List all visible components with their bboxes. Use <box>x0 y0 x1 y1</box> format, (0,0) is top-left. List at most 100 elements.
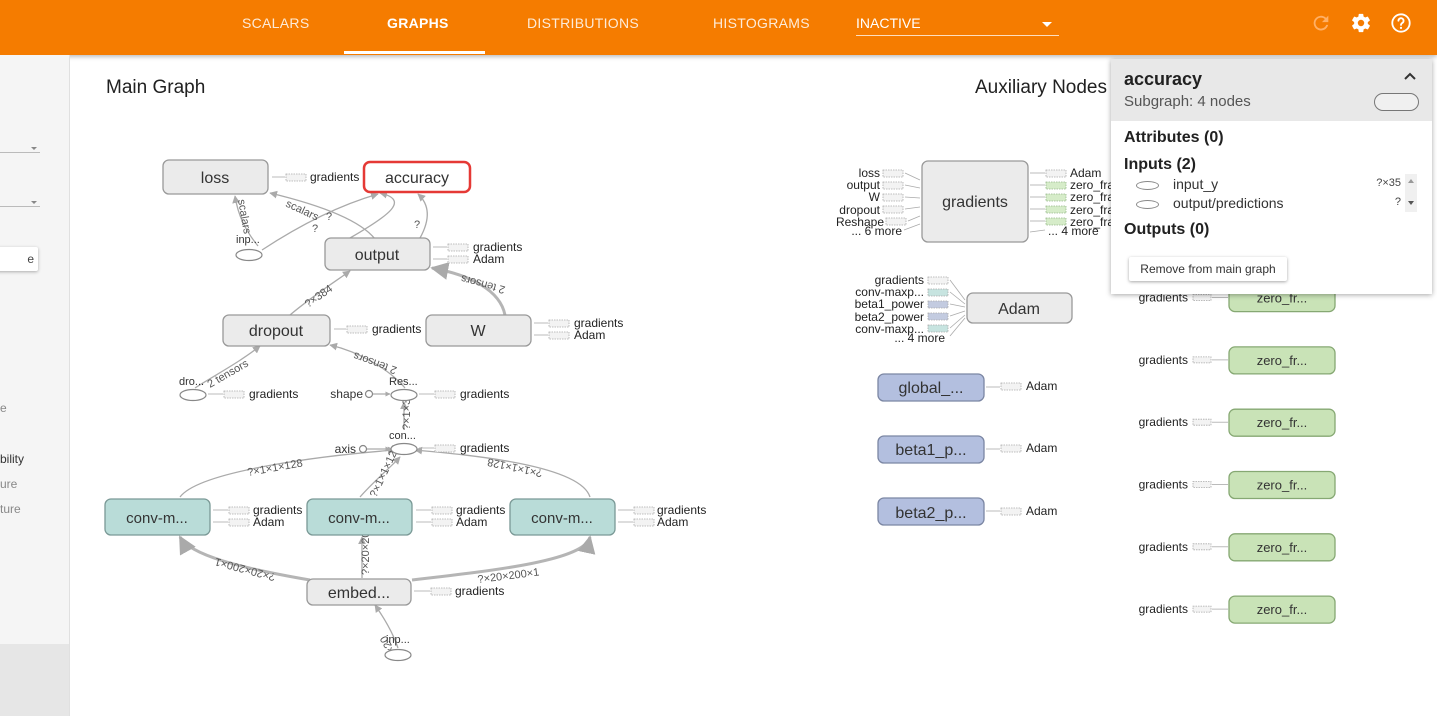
svg-text:W: W <box>470 323 486 340</box>
op-label: con... <box>389 430 416 442</box>
aux-input-label: ... 4 more <box>894 331 945 345</box>
svg-text:dropout: dropout <box>249 323 304 340</box>
annotation-adam: Adam <box>456 515 487 529</box>
aux-zero-fraction-label: zero_fr... <box>1257 478 1308 493</box>
edge-label: ? <box>414 219 420 231</box>
info-card-title: accuracy <box>1124 69 1203 89</box>
graph-node-conv-maxpool-3[interactable]: conv-m... <box>509 498 616 536</box>
edge-label: scalars <box>235 198 253 235</box>
graph-edge <box>417 193 428 239</box>
aux-beta2-node[interactable]: beta2_p... <box>877 497 985 526</box>
op-label: axis <box>335 442 356 456</box>
graph-op-input-x[interactable] <box>384 648 412 662</box>
edge-label: ?×20×200×1 <box>214 555 277 583</box>
svg-text:global_...: global_... <box>899 380 964 397</box>
graph-node-conv-maxpool-2[interactable]: conv-m... <box>306 498 413 536</box>
graph-node-W[interactable]: W <box>425 314 532 347</box>
graph-op-concat[interactable] <box>390 442 418 456</box>
graph-node-output[interactable]: output <box>324 237 431 271</box>
graph-node-loss[interactable]: loss <box>162 159 269 195</box>
edge-label: 2 tensors <box>459 272 506 295</box>
aux-adam-node[interactable]: Adam <box>966 292 1073 324</box>
annotation-adam: Adam <box>657 515 688 529</box>
annotation-gradients: gradients <box>460 441 509 455</box>
edge-label: ?×1×1×128 <box>246 457 303 479</box>
annotation-gradients: gradients <box>460 387 509 401</box>
remove-from-main-graph-button[interactable]: Remove from main graph <box>1129 257 1287 281</box>
svg-text:gradients: gradients <box>942 194 1008 211</box>
aux-zero-fraction-node[interactable]: zero_fr... gradients <box>1139 408 1336 437</box>
info-card-outputs: Outputs (0) <box>1124 221 1210 238</box>
annotation-gradients: gradients <box>1139 415 1188 429</box>
svg-text:accuracy: accuracy <box>385 170 449 187</box>
svg-text:embed...: embed... <box>328 585 390 602</box>
svg-text:beta2_p...: beta2_p... <box>895 505 966 522</box>
chevron-up-icon[interactable] <box>1403 69 1417 83</box>
aux-zero-fraction-node[interactable]: zero_fr... gradients <box>1139 470 1336 500</box>
aux-global-step-node[interactable]: global_... <box>877 373 985 402</box>
info-card-input-row[interactable]: output/predictions <box>1136 195 1284 211</box>
graph-edge <box>179 446 396 498</box>
op-label: Res... <box>389 376 418 388</box>
annotation-adam: Adam <box>1026 504 1057 518</box>
aux-beta1-node[interactable]: beta1_p... <box>877 435 985 464</box>
info-card-header: accuracy Subgraph: 4 nodes <box>1111 59 1432 121</box>
aux-zero-fraction-node[interactable]: zero_fr... gradients <box>1139 595 1336 624</box>
svg-text:loss: loss <box>201 170 229 187</box>
scroll-up-icon <box>1408 179 1414 183</box>
svg-text:Adam: Adam <box>998 301 1040 318</box>
edge-label: ? <box>312 223 318 235</box>
op-ellipse-icon <box>1136 199 1159 209</box>
annotation-gradients: gradients <box>249 387 298 401</box>
graph-node-embedding[interactable]: embed... <box>306 578 412 606</box>
annotation-adam: Adam <box>473 252 504 266</box>
svg-text:conv-m...: conv-m... <box>531 510 593 527</box>
aux-zero-fraction-label: zero_fr... <box>1257 353 1308 368</box>
annotation-gradients: gradients <box>310 170 359 184</box>
aux-input-label: ... 6 more <box>851 224 902 238</box>
annotation-adam: Adam <box>574 328 605 342</box>
op-label: inp... <box>386 634 410 646</box>
input-name: output/predictions <box>1173 195 1284 211</box>
edge-label: 2 tensors <box>206 357 252 390</box>
graph-const-axis[interactable] <box>358 444 368 454</box>
node-info-card: accuracy Subgraph: 4 nodes Attributes (0… <box>1111 59 1432 294</box>
expand-toggle[interactable] <box>1374 93 1419 111</box>
aux-zero-fraction-label: zero_fr... <box>1257 540 1308 555</box>
graph-op-reshape[interactable] <box>390 388 418 402</box>
graph-node-conv-maxpool-1[interactable]: conv-m... <box>104 498 211 536</box>
aux-zero-fraction-node[interactable]: zero_fr... gradients <box>1139 346 1336 375</box>
info-card-subtitle: Subgraph: 4 nodes <box>1124 93 1251 110</box>
aux-input-label: beta1_power <box>855 297 924 311</box>
graph-op-dropout-keep[interactable] <box>179 388 207 402</box>
aux-input-label: W <box>869 190 881 204</box>
graph-node-dropout[interactable]: dropout <box>222 314 331 347</box>
scroll-down-icon <box>1408 201 1414 205</box>
op-label: inp... <box>236 234 260 246</box>
annotation-adam: Adam <box>253 515 284 529</box>
input-shape: ?×35 <box>1376 177 1401 189</box>
aux-zero-fraction-node[interactable]: zero_fr... gradients <box>1139 533 1336 562</box>
graph-node-accuracy[interactable]: accuracy <box>362 160 472 194</box>
info-card-input-row[interactable]: input_y <box>1136 176 1218 192</box>
edge-label: 2 tensors <box>351 349 398 376</box>
aux-gradients-node[interactable]: gradients <box>921 160 1029 243</box>
annotation-gradients: gradients <box>372 322 421 336</box>
annotation-gradients: gradients <box>1139 478 1188 492</box>
info-card-attributes: Attributes (0) <box>1124 129 1224 146</box>
annotation-gradients: gradients <box>1139 602 1188 616</box>
inputs-scrollbar[interactable] <box>1405 174 1417 212</box>
svg-text:conv-m...: conv-m... <box>126 510 188 527</box>
svg-text:conv-m...: conv-m... <box>328 510 390 527</box>
input-name: input_y <box>1173 176 1219 192</box>
svg-text:beta1_p...: beta1_p... <box>895 442 966 459</box>
annotation-gradients: gradients <box>1139 353 1188 367</box>
annotation-adam: Adam <box>1026 441 1057 455</box>
edge-label: ?×1×3 <box>401 399 413 430</box>
graph-const-shape[interactable] <box>364 389 374 399</box>
graph-op-input[interactable] <box>235 248 263 262</box>
annotation-gradients: gradients <box>455 584 504 598</box>
aux-zero-fraction-label: zero_fr... <box>1257 415 1308 430</box>
edge-label: ? <box>326 211 332 223</box>
annotation-gradients: gradients <box>1139 540 1188 554</box>
